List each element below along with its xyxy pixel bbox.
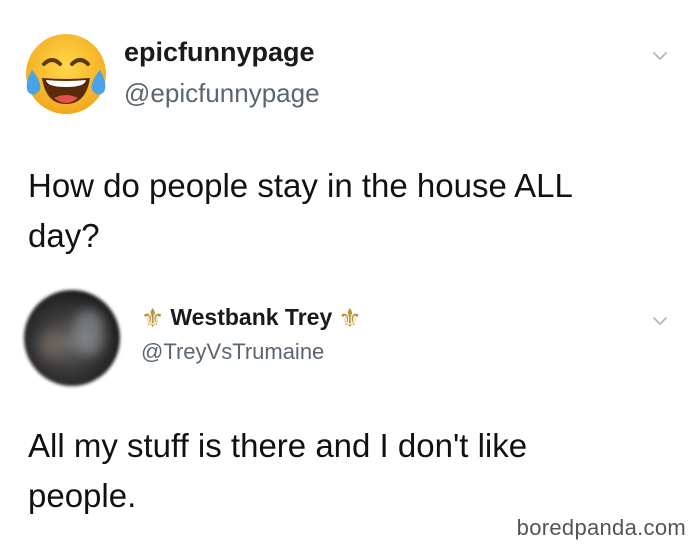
chevron-down-icon[interactable] <box>652 313 668 329</box>
laughing-crying-emoji-avatar[interactable] <box>22 30 110 118</box>
profile-photo-avatar[interactable] <box>24 290 120 386</box>
chevron-down-icon[interactable] <box>652 48 668 64</box>
tweet-text-line-1: How do people stay in the house ALL <box>28 167 573 204</box>
tweet-text: All my stuff is there and I don't like p… <box>28 421 628 521</box>
watermark: boredpanda.com <box>516 515 686 540</box>
tweet-text-line-2: people. <box>28 477 137 514</box>
tweet-text-line-2: day? <box>28 217 100 254</box>
handle[interactable]: @epicfunnypage <box>124 78 320 109</box>
display-name[interactable]: Westbank Trey <box>170 304 332 331</box>
display-name[interactable]: epicfunnypage <box>124 37 315 68</box>
handle[interactable]: @TreyVsTrumaine <box>141 339 324 365</box>
tweet-text-line-1: All my stuff is there and I don't like <box>28 427 528 464</box>
fleur-de-lis-icon: ⚜ <box>338 302 362 333</box>
fleur-de-lis-icon: ⚜ <box>141 302 165 333</box>
tweet-1: epicfunnypage @epicfunnypage How do peop… <box>0 0 700 285</box>
tweet-text: How do people stay in the house ALL day? <box>28 161 668 261</box>
display-name-row[interactable]: ⚜ Westbank Trey ⚜ <box>141 304 362 331</box>
